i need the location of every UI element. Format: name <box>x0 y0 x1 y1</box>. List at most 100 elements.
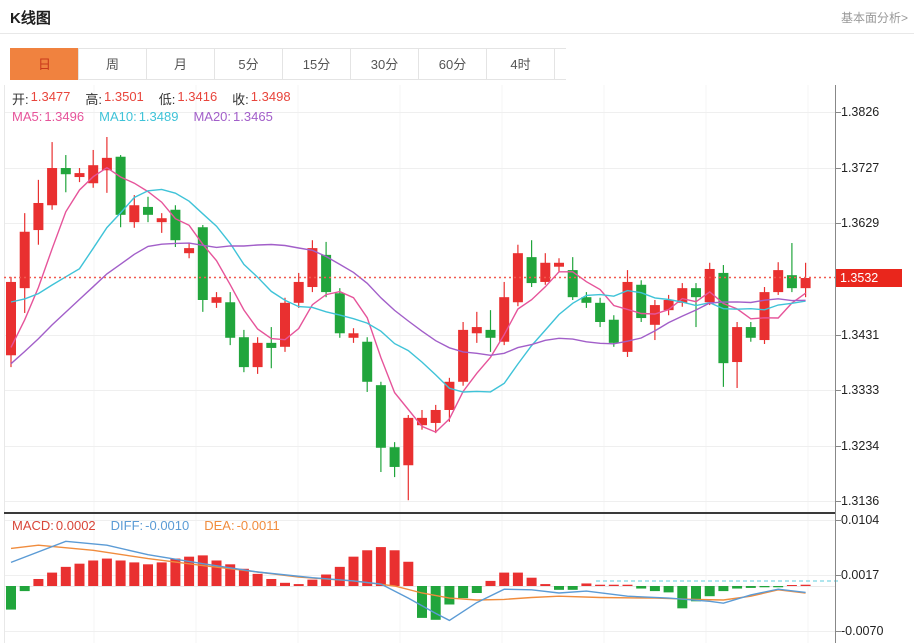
legend-value: 1.3416 <box>177 89 217 108</box>
candle-body <box>801 278 811 288</box>
candle-body <box>554 263 564 267</box>
legend-value: 1.3489 <box>139 109 179 124</box>
macd-histogram-bar <box>390 550 400 586</box>
legend-label: MACD: <box>12 518 54 533</box>
legend-value: 1.3496 <box>44 109 84 124</box>
price-axis-label: 1.3629 <box>841 215 911 231</box>
macd-histogram-bar <box>609 585 619 586</box>
candle-body <box>486 330 496 338</box>
current-price-badge: 1.3532 <box>836 269 902 287</box>
price-axis-label: 1.3136 <box>841 493 911 509</box>
legend-value: 1.3498 <box>251 89 291 108</box>
price-axis-label: 1.3826 <box>841 104 911 120</box>
candle-body <box>239 337 249 367</box>
macd-histogram-bar <box>732 586 742 589</box>
candle-body <box>212 297 222 303</box>
candle-body <box>458 330 468 382</box>
macd-histogram-bar <box>335 567 345 586</box>
macd-histogram-bar <box>650 586 660 591</box>
macdLegend-item: MACD:0.0002 <box>12 518 96 533</box>
macd-histogram-bar <box>787 585 797 586</box>
legend-label: MA10: <box>99 109 137 124</box>
ohlcLegend-item: 开:1.3477 <box>12 89 70 108</box>
legend-label: DIFF: <box>111 518 144 533</box>
macd-histogram-bar <box>718 586 728 591</box>
candle-body <box>362 342 372 382</box>
legend-label: 收: <box>232 89 249 108</box>
price-axis-label: 1.3333 <box>841 382 911 398</box>
candle-body <box>718 273 728 363</box>
macd-histogram-bar <box>33 579 43 586</box>
macd-histogram-bar <box>280 583 290 586</box>
macd-histogram-bar <box>773 586 783 587</box>
candle-body <box>116 157 126 215</box>
candle-body <box>184 248 194 253</box>
macd-histogram-bar <box>253 574 263 586</box>
macd-histogram-bar <box>554 586 564 590</box>
macd-histogram-bar <box>677 586 687 608</box>
candle-body <box>266 343 276 348</box>
macd-histogram-bar <box>472 586 482 593</box>
macd-histogram-bar <box>20 586 30 591</box>
macd-axis-label: 0.0017 <box>841 567 911 583</box>
macd-histogram-bar <box>527 578 537 586</box>
candle-body <box>349 333 359 338</box>
macd-histogram-bar <box>266 579 276 586</box>
candle-body <box>225 302 235 338</box>
pane-separator <box>4 512 835 514</box>
candle-body <box>403 418 413 465</box>
candle-body <box>75 173 85 177</box>
macd-histogram-bar <box>321 575 331 586</box>
candle-body <box>390 447 400 467</box>
macd-histogram-bar <box>540 584 550 586</box>
legend-value: -0.0010 <box>145 518 189 533</box>
macd-histogram-bar <box>129 562 139 586</box>
price-axis-label: 1.3234 <box>841 438 911 454</box>
ohlcLegend-item: 低:1.3416 <box>159 89 217 108</box>
legend-value: 1.3477 <box>31 89 71 108</box>
macdLegend-item: DEA:-0.0011 <box>204 518 279 533</box>
legend-label: 高: <box>85 89 102 108</box>
candle-body <box>431 410 441 423</box>
legend-value: 1.3465 <box>233 109 273 124</box>
macdLegend-item: DIFF:-0.0010 <box>111 518 190 533</box>
macd-histogram-bar <box>486 581 496 586</box>
macd-histogram-bar <box>513 573 523 586</box>
candle-body <box>595 303 605 322</box>
price-axis-label: 1.3727 <box>841 160 911 176</box>
macd-axis-label: 0.0104 <box>841 512 911 528</box>
macd-histogram-bar <box>568 586 578 590</box>
macd-histogram-bar <box>458 586 468 598</box>
candle-body <box>294 282 304 303</box>
maLegend-item: MA5:1.3496 <box>12 109 84 124</box>
macd-histogram-bar <box>417 586 427 618</box>
candle-body <box>253 343 263 367</box>
legend-value: 1.3501 <box>104 89 144 108</box>
macd-histogram-bar <box>47 573 57 586</box>
macd-histogram-bar <box>116 560 126 586</box>
candle-body <box>47 168 57 205</box>
macd-axis-label: -0.0070 <box>841 623 911 639</box>
candle-body <box>61 168 71 174</box>
macd-histogram-bar <box>376 547 386 586</box>
macd-histogram-bar <box>157 562 167 586</box>
candle-body <box>20 232 30 288</box>
candle-body <box>773 270 783 292</box>
macd-histogram-bar <box>403 562 413 586</box>
candle-body <box>129 205 139 222</box>
maLegend-item: MA20:1.3465 <box>193 109 272 124</box>
macd-histogram-bar <box>212 560 222 586</box>
legend-label: MA20: <box>193 109 231 124</box>
macd-histogram-bar <box>307 580 317 586</box>
macd-histogram-bar <box>444 586 454 604</box>
macd-histogram-bar <box>198 555 208 586</box>
candle-body <box>376 385 386 448</box>
maLegend-item: MA10:1.3489 <box>99 109 178 124</box>
macd-histogram-bar <box>143 564 153 586</box>
candle-body <box>444 382 454 410</box>
candle-body <box>746 327 756 338</box>
legend-value: 0.0002 <box>56 518 96 533</box>
candle-body <box>335 293 345 333</box>
legend-label: DEA: <box>204 518 234 533</box>
candle-body <box>472 327 482 333</box>
